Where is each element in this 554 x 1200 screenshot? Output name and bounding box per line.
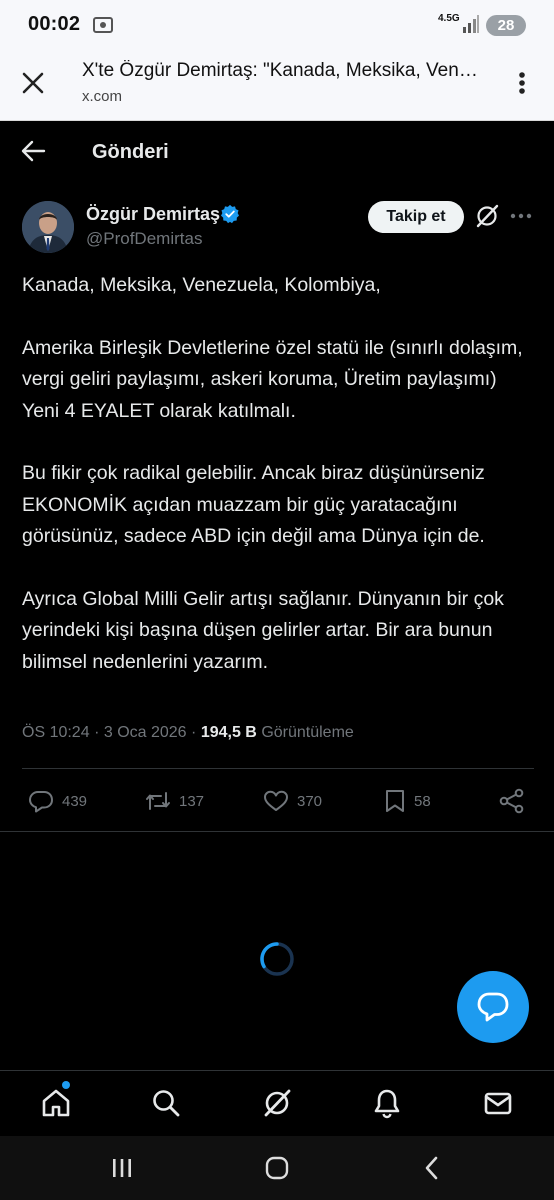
screen-record-icon	[92, 14, 114, 41]
meta-separator: ·	[191, 724, 197, 741]
divider	[0, 831, 554, 832]
share-button[interactable]	[498, 786, 534, 816]
bottom-nav	[0, 1070, 554, 1137]
post-time[interactable]: ÖS 10:24	[22, 724, 90, 741]
compose-icon	[477, 992, 509, 1022]
battery-indicator: 28	[486, 15, 526, 36]
views-label: Görüntüleme	[261, 724, 354, 741]
header-title: Gönderi	[92, 141, 169, 163]
loading-spinner-icon	[259, 941, 295, 977]
network-type: 4.5G	[438, 13, 460, 24]
back-icon[interactable]	[422, 1156, 442, 1185]
reply-button[interactable]: 439	[28, 786, 87, 816]
bookmark-count: 58	[414, 792, 431, 810]
post-date[interactable]: 3 Oca 2026	[104, 724, 187, 741]
bookmark-icon	[386, 790, 404, 812]
back-arrow-icon[interactable]	[20, 139, 46, 168]
notification-dot	[62, 1081, 70, 1089]
compose-reply-button[interactable]	[457, 971, 529, 1043]
system-nav	[0, 1136, 554, 1200]
home-button-icon[interactable]	[265, 1156, 289, 1185]
follow-button[interactable]: Takip et	[368, 201, 464, 233]
action-bar: 439 137 370 58	[0, 786, 554, 816]
avatar[interactable]	[22, 201, 74, 253]
notifications-icon[interactable]	[371, 1087, 403, 1119]
repost-button[interactable]: 137	[145, 786, 204, 816]
close-icon[interactable]	[18, 68, 48, 98]
post-text: Kanada, Meksika, Venezuela, Kolombiya, A…	[22, 274, 523, 673]
page-domain: x.com	[82, 88, 123, 105]
repost-icon	[146, 792, 170, 810]
reply-icon	[29, 791, 53, 813]
more-horizontal-icon[interactable]	[510, 209, 532, 228]
divider	[22, 768, 534, 769]
post-meta: ÖS 10:24 · 3 Oca 2026 · 194,5 B Görüntül…	[22, 724, 354, 742]
messages-icon[interactable]	[482, 1087, 514, 1119]
author-handle[interactable]: @ProfDemirtas	[86, 229, 202, 249]
like-icon	[264, 790, 288, 811]
like-count: 370	[297, 792, 323, 810]
status-time: 00:02	[28, 13, 81, 35]
grok-icon[interactable]	[261, 1087, 293, 1119]
more-vertical-icon[interactable]	[508, 68, 536, 98]
home-icon[interactable]	[40, 1087, 72, 1119]
repost-count: 137	[179, 792, 205, 810]
verified-badge-icon	[220, 204, 240, 229]
share-icon	[499, 788, 524, 814]
views-count[interactable]: 194,5 B	[201, 724, 257, 741]
grok-icon[interactable]	[474, 203, 500, 234]
browser-toolbar: X'te Özgür Demirtaş: "Kanada, Meksika, V…	[0, 52, 554, 121]
status-bar: 00:02 4.5G 28	[0, 0, 554, 52]
post-header: Gönderi	[0, 121, 554, 181]
page-title: X'te Özgür Demirtaş: "Kanada, Meksika, V…	[82, 60, 482, 81]
like-button[interactable]: 370	[263, 786, 322, 816]
signal-icon	[462, 14, 480, 39]
recents-icon[interactable]	[110, 1156, 134, 1185]
reply-count: 439	[62, 792, 88, 810]
search-icon[interactable]	[150, 1087, 182, 1119]
author-name[interactable]: Özgür Demirtaş	[86, 204, 220, 225]
bookmark-button[interactable]: 58	[384, 786, 431, 816]
meta-separator: ·	[94, 724, 100, 741]
